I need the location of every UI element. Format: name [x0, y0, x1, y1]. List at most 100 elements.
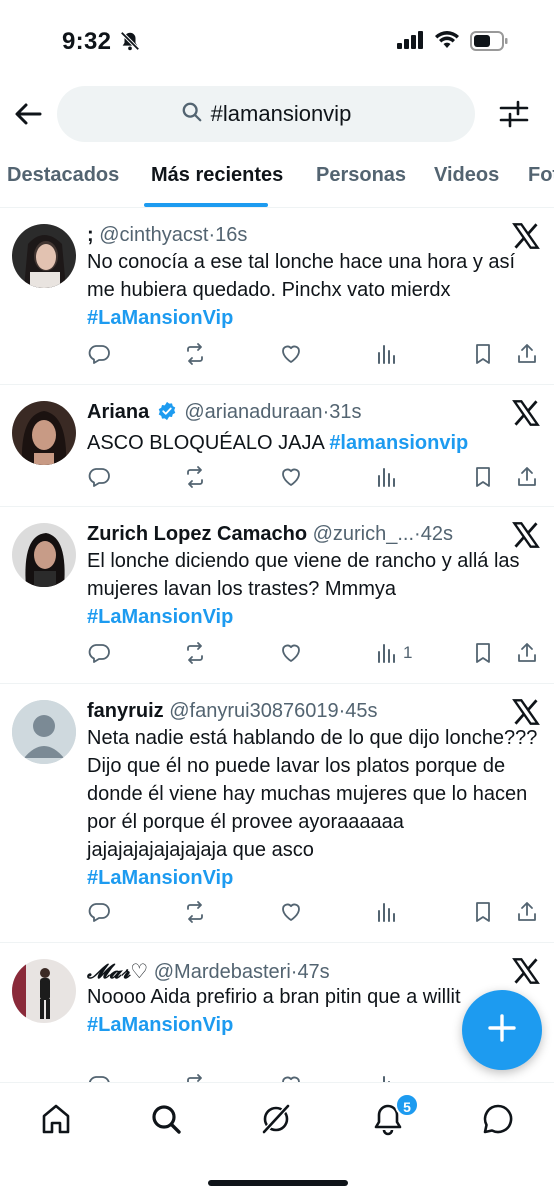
- tweet[interactable]: fanyruiz @fanyrui30876019·45s Neta nadie…: [0, 684, 554, 943]
- tweet-text: No conocía a ese tal lonche hace una hor…: [87, 248, 540, 332]
- views-icon[interactable]: 1: [375, 639, 412, 667]
- cellular-signal-icon: [397, 31, 425, 54]
- avatar[interactable]: [12, 401, 76, 465]
- like-icon[interactable]: [279, 463, 303, 491]
- views-icon[interactable]: [375, 340, 403, 368]
- tweet-header: fanyruiz @fanyrui30876019·45s: [87, 700, 378, 722]
- avatar-default[interactable]: [12, 700, 76, 764]
- share-icon[interactable]: [515, 463, 539, 491]
- reply-icon[interactable]: [87, 340, 111, 368]
- verified-badge-icon: [157, 401, 177, 427]
- views-icon[interactable]: [375, 898, 403, 926]
- tab-videos[interactable]: Videos: [434, 164, 499, 187]
- tweet[interactable]: ; @cinthyacst·16s No conocía a ese tal l…: [0, 208, 554, 385]
- compose-tweet-button[interactable]: [462, 990, 542, 1070]
- x-logo-icon: [512, 698, 540, 726]
- home-indicator: [208, 1180, 348, 1186]
- avatar[interactable]: [12, 224, 76, 288]
- search-tabs: Destacados Más recientes Personas Videos…: [0, 150, 554, 208]
- bookmark-icon[interactable]: [471, 639, 495, 667]
- tweet-text-content: El lonche diciendo que viene de rancho y…: [87, 550, 520, 600]
- author-handle[interactable]: @cinthyacst: [99, 224, 208, 246]
- search-header: #lamansionvip: [0, 82, 554, 146]
- avatar[interactable]: [12, 959, 76, 1023]
- avatar[interactable]: [12, 523, 76, 587]
- author-name[interactable]: Ariana: [87, 401, 149, 423]
- x-logo-icon: [512, 399, 540, 427]
- tweet[interactable]: Ariana @arianaduraan·31s ASCO BLOQUÉALO …: [0, 385, 554, 507]
- retweet-icon[interactable]: [183, 639, 207, 667]
- tab-destacados[interactable]: Destacados: [7, 164, 119, 187]
- author-name[interactable]: 𝓜𝓪𝓻♡: [87, 959, 148, 983]
- tweet-header: Zurich Lopez Camacho @zurich_...·42s: [87, 523, 453, 545]
- bookmark-icon[interactable]: [471, 463, 495, 491]
- tweet-text-content: ASCO BLOQUÉALO JAJA: [87, 432, 324, 454]
- messages-icon[interactable]: [480, 1101, 516, 1137]
- status-time: 9:32: [62, 28, 112, 55]
- tweet-actions: 1: [87, 639, 542, 667]
- tweet-actions: [87, 463, 542, 491]
- back-arrow-icon[interactable]: [12, 98, 44, 130]
- tweet[interactable]: Zurich Lopez Camacho @zurich_...·42s El …: [0, 507, 554, 684]
- views-count: 1: [403, 643, 413, 662]
- retweet-icon[interactable]: [183, 340, 207, 368]
- retweet-icon[interactable]: [183, 463, 207, 491]
- author-name[interactable]: ;: [87, 224, 94, 246]
- search-input[interactable]: #lamansionvip: [57, 86, 475, 142]
- silent-bell-icon: [119, 30, 141, 57]
- share-icon[interactable]: [515, 898, 539, 926]
- hashtag-link[interactable]: #LaMansionVip: [87, 1014, 233, 1036]
- retweet-icon[interactable]: [183, 898, 207, 926]
- author-name[interactable]: fanyruiz: [87, 700, 164, 722]
- battery-icon: [470, 31, 508, 56]
- x-logo-icon: [512, 222, 540, 250]
- author-handle[interactable]: @zurich_...: [313, 523, 414, 545]
- reply-icon[interactable]: [87, 898, 111, 926]
- share-icon[interactable]: [515, 639, 539, 667]
- tweet-age: 31s: [329, 401, 362, 423]
- search-nav-icon[interactable]: [148, 1101, 184, 1137]
- tweet-actions: [87, 898, 542, 926]
- tweet-feed: ; @cinthyacst·16s No conocía a ese tal l…: [0, 208, 554, 1093]
- tweet-age: 45s: [345, 700, 378, 722]
- tab-fotos[interactable]: Fot: [528, 164, 554, 187]
- tweet-header: Ariana @arianaduraan·31s: [87, 401, 504, 427]
- bookmark-icon[interactable]: [471, 340, 495, 368]
- grok-icon[interactable]: [258, 1101, 294, 1137]
- author-name[interactable]: Zurich Lopez Camacho: [87, 523, 307, 545]
- status-bar: 9:32: [0, 0, 554, 82]
- x-logo-icon: [512, 957, 540, 985]
- share-icon[interactable]: [515, 340, 539, 368]
- hashtag-link[interactable]: #lamansionvip: [329, 432, 468, 454]
- x-logo-icon: [512, 521, 540, 549]
- filter-sliders-icon[interactable]: [498, 98, 530, 130]
- tab-mas-recientes[interactable]: Más recientes: [151, 164, 283, 187]
- tweet-text: Noooo Aida prefirio a bran pitin que a w…: [87, 983, 474, 1039]
- tweet-actions: [87, 340, 542, 368]
- tweet-age: 42s: [420, 523, 453, 545]
- hashtag-link[interactable]: #LaMansionVip: [87, 606, 233, 628]
- like-icon[interactable]: [279, 340, 303, 368]
- reply-icon[interactable]: [87, 639, 111, 667]
- hashtag-link[interactable]: #LaMansionVip: [87, 867, 233, 889]
- home-icon[interactable]: [38, 1101, 74, 1137]
- author-handle[interactable]: @Mardebasteri: [154, 961, 291, 983]
- like-icon[interactable]: [279, 898, 303, 926]
- hashtag-link[interactable]: #LaMansionVip: [87, 307, 233, 329]
- author-handle[interactable]: @fanyrui30876019: [169, 700, 338, 722]
- tweet-text: ASCO BLOQUÉALO JAJA #lamansionvip: [87, 429, 540, 457]
- tweet-text-content: Noooo Aida prefirio a bran pitin que a w…: [87, 986, 461, 1008]
- plus-icon: [487, 1013, 517, 1048]
- notification-count-badge: 5: [395, 1093, 419, 1117]
- tweet-age: 47s: [297, 961, 330, 983]
- wifi-icon: [434, 30, 460, 55]
- tab-personas[interactable]: Personas: [316, 164, 406, 187]
- views-icon[interactable]: [375, 463, 403, 491]
- tweet-age: 16s: [215, 224, 248, 246]
- tweet-text: El lonche diciendo que viene de rancho y…: [87, 547, 540, 631]
- author-handle[interactable]: @arianaduraan: [184, 401, 322, 423]
- reply-icon[interactable]: [87, 463, 111, 491]
- tweet-text-content: Neta nadie está hablando de lo que dijo …: [87, 727, 538, 861]
- like-icon[interactable]: [279, 639, 303, 667]
- bookmark-icon[interactable]: [471, 898, 495, 926]
